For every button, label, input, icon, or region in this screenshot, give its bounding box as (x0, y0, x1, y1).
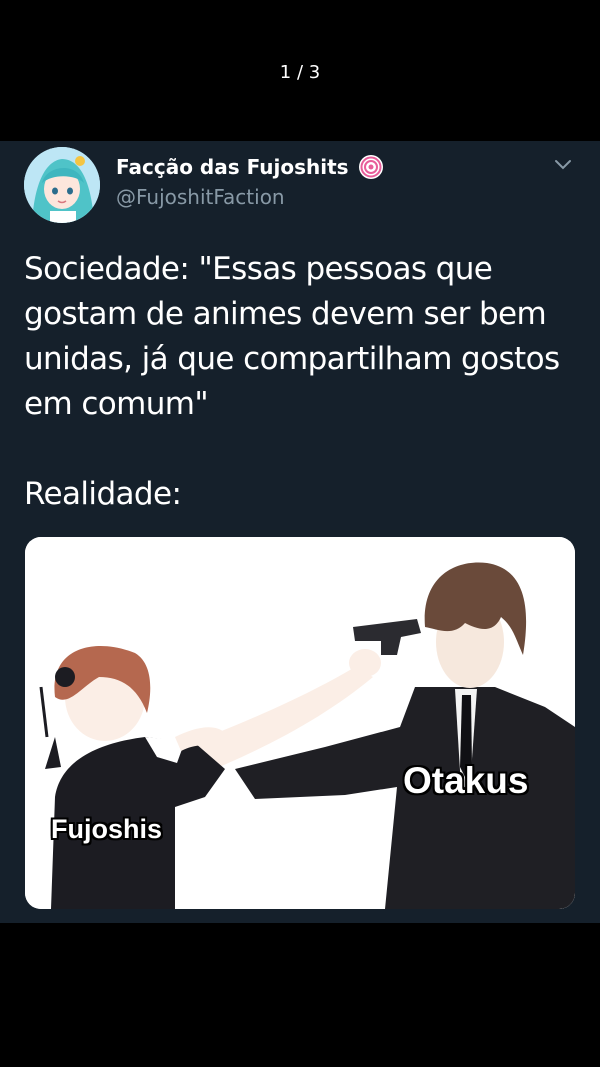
page-indicator: 1 / 3 (279, 62, 321, 83)
author-name[interactable]: Facção das Fujoshits (116, 155, 349, 179)
tweet-card[interactable]: Facção das Fujoshits @FujoshitFaction So… (0, 141, 600, 923)
author-name-row[interactable]: Facção das Fujoshits (116, 153, 385, 181)
author-handle[interactable]: @FujoshitFaction (116, 185, 285, 209)
tweet-text-society: Sociedade: "Essas pessoas que gostam de … (24, 251, 560, 422)
verified-badge-icon (357, 153, 385, 181)
tweet-text-reality: Realidade: (24, 476, 182, 512)
meme-illustration (25, 537, 575, 909)
chevron-down-icon[interactable] (552, 153, 574, 175)
tweet-media-image[interactable]: Otakus Fujoshis (25, 537, 575, 909)
avatar[interactable] (24, 147, 100, 223)
meme-label-otakus: Otakus (403, 760, 529, 801)
tweet-text: Sociedade: "Essas pessoas que gostam de … (24, 247, 584, 517)
meme-label-fujoshis: Fujoshis (51, 814, 163, 844)
